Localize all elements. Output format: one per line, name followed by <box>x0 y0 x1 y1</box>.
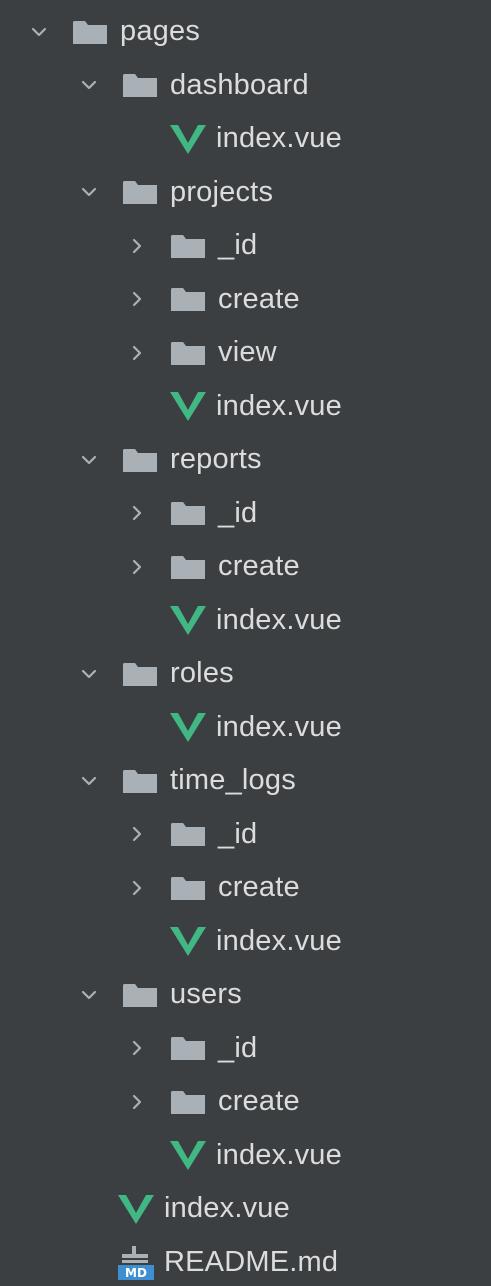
tree-folder-row[interactable]: dashboard <box>0 59 491 113</box>
folder-name: _id <box>218 1031 258 1064</box>
tree-folder-row[interactable]: view <box>0 326 491 380</box>
chevron-right-icon[interactable] <box>126 288 148 310</box>
tree-folder-row[interactable]: _id <box>0 1022 491 1076</box>
chevron-down-icon[interactable] <box>78 74 100 96</box>
folder-icon <box>122 178 158 206</box>
folder-icon <box>170 1034 206 1062</box>
file-name: index.vue <box>216 1138 342 1171</box>
chevron-right-icon[interactable] <box>126 877 148 899</box>
tree-folder-row[interactable]: reports <box>0 433 491 487</box>
file-name: index.vue <box>216 122 342 155</box>
tree-folder-row[interactable]: roles <box>0 647 491 701</box>
vue-file-icon <box>118 1194 154 1224</box>
tree-folder-row[interactable]: create <box>0 273 491 327</box>
vue-file-icon <box>170 391 206 422</box>
file-name: index.vue <box>216 710 342 743</box>
folder-name: users <box>170 978 242 1011</box>
chevron-right-icon[interactable] <box>126 556 148 578</box>
folder-name: projects <box>170 175 274 208</box>
file-name: README.md <box>164 1245 339 1278</box>
folder-icon <box>170 232 206 260</box>
tree-folder-row[interactable]: _id <box>0 808 491 862</box>
chevron-down-icon[interactable] <box>78 984 100 1006</box>
folder-name: create <box>218 871 300 904</box>
chevron-right-icon[interactable] <box>126 502 148 524</box>
folder-icon <box>122 71 158 99</box>
vue-file-icon <box>170 124 206 154</box>
folder-icon <box>170 499 206 527</box>
folder-icon <box>170 1088 206 1116</box>
tree-file-row[interactable]: index.vue <box>0 1182 491 1236</box>
chevron-right-icon[interactable] <box>126 1037 148 1059</box>
folder-name: dashboard <box>170 68 309 101</box>
file-name: index.vue <box>216 603 342 636</box>
tree-folder-row[interactable]: users <box>0 968 491 1022</box>
chevron-right-icon[interactable] <box>126 823 148 845</box>
folder-name: reports <box>170 443 262 476</box>
folder-icon <box>170 285 206 313</box>
folder-icon <box>170 874 206 902</box>
tree-folder-row[interactable]: projects <box>0 166 491 220</box>
tree-file-row[interactable]: index.vue <box>0 594 491 648</box>
folder-name: create <box>218 550 300 583</box>
folder-name: time_logs <box>170 764 296 797</box>
folder-icon <box>170 339 206 367</box>
tree-folder-row[interactable]: create <box>0 540 491 594</box>
svg-text:MD: MD <box>125 1266 147 1280</box>
chevron-right-icon[interactable] <box>126 342 148 364</box>
tree-folder-row[interactable]: pages <box>0 5 491 59</box>
project-file-tree: pages dashboard index.vue projects _id create… <box>0 0 491 1286</box>
markdown-file-icon: MD <box>118 1244 154 1281</box>
tree-folder-row[interactable]: _id <box>0 487 491 541</box>
folder-name: view <box>218 336 277 369</box>
folder-name: create <box>218 1085 300 1118</box>
chevron-right-icon[interactable] <box>126 235 148 257</box>
vue-file-icon <box>170 926 206 957</box>
chevron-down-icon[interactable] <box>78 181 100 203</box>
tree-file-row[interactable]: index.vue <box>0 380 491 434</box>
file-name: index.vue <box>164 1192 290 1225</box>
tree-folder-row[interactable]: create <box>0 861 491 915</box>
folder-icon <box>170 820 206 848</box>
tree-file-row[interactable]: MD README.md <box>0 1236 491 1286</box>
folder-name: _id <box>218 496 258 529</box>
folder-name: pages <box>120 15 201 48</box>
vue-file-icon <box>170 1140 206 1171</box>
vue-file-icon <box>170 605 206 636</box>
file-name: index.vue <box>216 924 342 957</box>
tree-folder-row[interactable]: time_logs <box>0 754 491 808</box>
folder-name: roles <box>170 657 234 690</box>
folder-icon <box>122 767 158 795</box>
folder-icon <box>170 553 206 581</box>
folder-icon <box>122 660 158 688</box>
tree-folder-row[interactable]: create <box>0 1075 491 1129</box>
folder-icon <box>122 446 158 474</box>
tree-folder-row[interactable]: _id <box>0 219 491 273</box>
vue-file-icon <box>170 712 206 743</box>
chevron-down-icon[interactable] <box>78 770 100 792</box>
folder-name: create <box>218 282 300 315</box>
chevron-down-icon[interactable] <box>78 449 100 471</box>
chevron-down-icon[interactable] <box>28 21 50 43</box>
tree-file-row[interactable]: index.vue <box>0 1129 491 1183</box>
file-name: index.vue <box>216 389 342 422</box>
chevron-right-icon[interactable] <box>126 1091 148 1113</box>
folder-icon <box>72 18 108 46</box>
folder-icon <box>122 981 158 1009</box>
folder-name: _id <box>218 229 258 262</box>
tree-file-row[interactable]: index.vue <box>0 915 491 969</box>
tree-file-row[interactable]: index.vue <box>0 112 491 166</box>
folder-name: _id <box>218 817 258 850</box>
chevron-down-icon[interactable] <box>78 663 100 685</box>
tree-file-row[interactable]: index.vue <box>0 701 491 755</box>
